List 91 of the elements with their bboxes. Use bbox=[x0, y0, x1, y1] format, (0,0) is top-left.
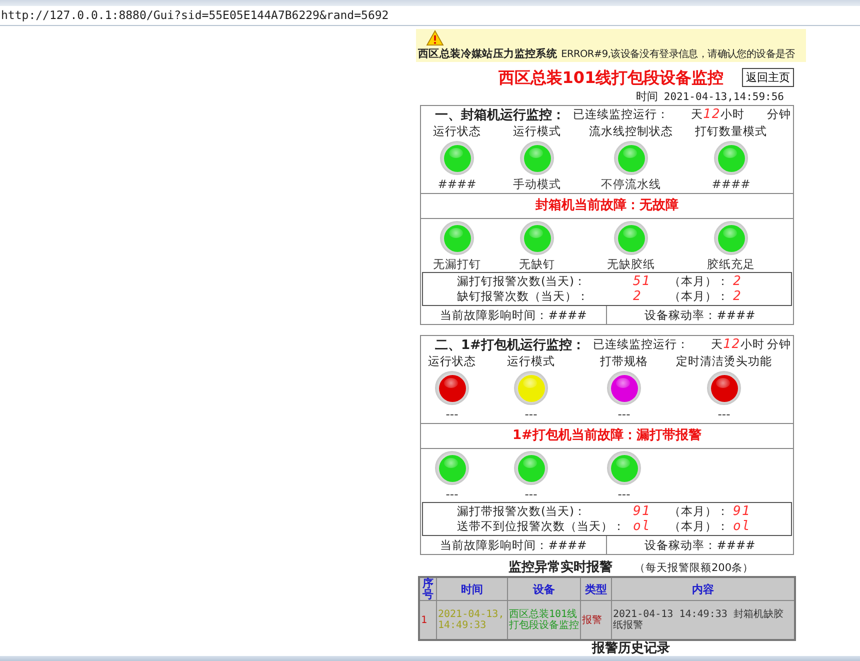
counter-today: ol bbox=[633, 519, 652, 534]
lamp-value: 无漏打钉 bbox=[433, 257, 481, 272]
lamp-value: #### bbox=[438, 177, 476, 192]
utilization-cell: 设备稼动率：#### bbox=[606, 536, 793, 554]
lamp-value: --- bbox=[446, 407, 458, 422]
counter-label: 缺钉报警次数（当天）： bbox=[457, 289, 590, 304]
error-message: ERROR#9,该设备没有登录信息，请确认您的设备是否 bbox=[561, 48, 795, 61]
lamp-value: 胶纸充足 bbox=[707, 257, 755, 272]
counter-today: 51 bbox=[633, 274, 652, 289]
month-label: （本月）： bbox=[669, 504, 730, 519]
address-bar[interactable]: http://127.0.0.1:8880/Gui?sid=55E05E144A7B6229&rand=5692 bbox=[0, 6, 860, 26]
column-header: 时间 bbox=[436, 577, 508, 600]
counter-month: 91 bbox=[733, 504, 752, 519]
status-lamp bbox=[607, 451, 641, 485]
hours-unit: 小时 bbox=[740, 337, 765, 352]
status-lamp bbox=[707, 371, 741, 405]
runtime-label: 已连续监控运行： bbox=[573, 107, 669, 122]
system-name: 西区总装冷媒站压力监控系统 bbox=[418, 47, 558, 61]
status-lamp bbox=[440, 141, 474, 175]
status-lamp bbox=[714, 141, 748, 175]
column-header: 序号 bbox=[419, 577, 436, 600]
lamp-label: 打钉数量模式 bbox=[695, 123, 767, 139]
counter-label: 漏打带报警次数(当天)： bbox=[457, 504, 587, 519]
counter-today: 2 bbox=[633, 289, 643, 304]
alarm-note: （每天报警限额200条） bbox=[634, 561, 754, 575]
status-lamp bbox=[435, 451, 469, 485]
counter-label: 漏打钉报警次数(当天)： bbox=[457, 274, 587, 289]
minutes-unit: 分钟 bbox=[767, 107, 791, 122]
status-lamp bbox=[607, 371, 641, 405]
month-label: （本月）： bbox=[669, 519, 730, 534]
counter-month: 2 bbox=[733, 274, 743, 289]
time-label: 时间 bbox=[636, 90, 658, 104]
history-title: 报警历史记录 bbox=[590, 641, 671, 657]
status-lamp bbox=[514, 371, 548, 405]
time-value: 2021-04-13,14:59:56 bbox=[664, 90, 784, 104]
status-lamp bbox=[435, 371, 469, 405]
lamp-value: 无缺胶纸 bbox=[607, 257, 655, 272]
fault-status: 1#打包机当前故障：漏打带报警 bbox=[421, 423, 793, 449]
lamp-label: 运行模式 bbox=[513, 123, 561, 139]
status-lamp bbox=[714, 221, 748, 255]
lamp-label: 定时清洁烫头功能 bbox=[676, 353, 772, 369]
fault-status: 封箱机当前故障：无故障 bbox=[421, 193, 793, 219]
downtime-cell-text: 当前故障影响时间：#### bbox=[439, 537, 588, 554]
page-title: 西区总装101线打包段设备监控 bbox=[498, 68, 724, 88]
days-unit: 天 bbox=[710, 337, 723, 352]
table-cell: 西区总装101线打包段设备监控 bbox=[508, 600, 580, 640]
lamp-value: 无缺钉 bbox=[519, 257, 555, 272]
status-lamp bbox=[514, 451, 548, 485]
lamp-label: 运行状态 bbox=[433, 123, 481, 139]
table-cell: 1 bbox=[419, 600, 436, 640]
lamp-value: #### bbox=[712, 177, 750, 192]
counter-today: 91 bbox=[633, 504, 652, 519]
lamp-value: --- bbox=[618, 407, 630, 422]
lamp-value: --- bbox=[446, 487, 458, 502]
section-title: 一、封箱机运行监控： bbox=[435, 106, 565, 124]
lamp-value: 手动模式 bbox=[513, 177, 561, 192]
status-lamp bbox=[440, 221, 474, 255]
lamp-value: --- bbox=[618, 487, 630, 502]
table-cell: 2021-04-13, 14:49:33 bbox=[436, 600, 508, 640]
status-lamp bbox=[520, 141, 554, 175]
runtime-label: 已连续监控运行： bbox=[592, 337, 689, 352]
lamp-label: 运行模式 bbox=[507, 353, 555, 369]
minutes-unit: 分钟 bbox=[767, 337, 791, 352]
lamp-value: 不停流水线 bbox=[601, 177, 661, 192]
hours-value: 12 bbox=[703, 107, 721, 122]
status-lamp bbox=[614, 141, 648, 175]
status-lamp bbox=[520, 221, 554, 255]
lamp-label: 流水线控制状态 bbox=[589, 123, 673, 139]
alarm-title: 监控异常实时报警 bbox=[508, 558, 612, 576]
hours-value: 12 bbox=[722, 337, 741, 352]
column-header: 设备 bbox=[508, 577, 580, 600]
warning-icon bbox=[426, 30, 444, 46]
month-label: （本月）： bbox=[669, 289, 730, 304]
table-cell: 报警 bbox=[580, 600, 612, 640]
lamp-label: 打带规格 bbox=[600, 353, 648, 369]
lamp-value: --- bbox=[524, 487, 538, 502]
counter-label: 送带不到位报警次数（当天）： bbox=[457, 519, 626, 534]
month-label: （本月）： bbox=[669, 274, 730, 289]
column-header: 类型 bbox=[580, 577, 612, 600]
home-button[interactable]: 返回主页 bbox=[742, 68, 794, 87]
days-unit: 天 bbox=[691, 107, 703, 122]
downtime-cell-text: 当前故障影响时间：#### bbox=[439, 307, 588, 324]
counter-month: ol bbox=[733, 519, 752, 534]
section-title: 二、1#打包机运行监控： bbox=[435, 336, 585, 354]
utilization-cell: 设备稼动率：#### bbox=[606, 306, 793, 324]
hours-unit: 小时 bbox=[720, 107, 745, 122]
lamp-value: --- bbox=[524, 407, 538, 422]
status-lamp bbox=[614, 221, 648, 255]
lamp-label: 运行状态 bbox=[428, 353, 476, 369]
lamp-value: --- bbox=[718, 407, 730, 422]
counter-month: 2 bbox=[733, 289, 743, 304]
